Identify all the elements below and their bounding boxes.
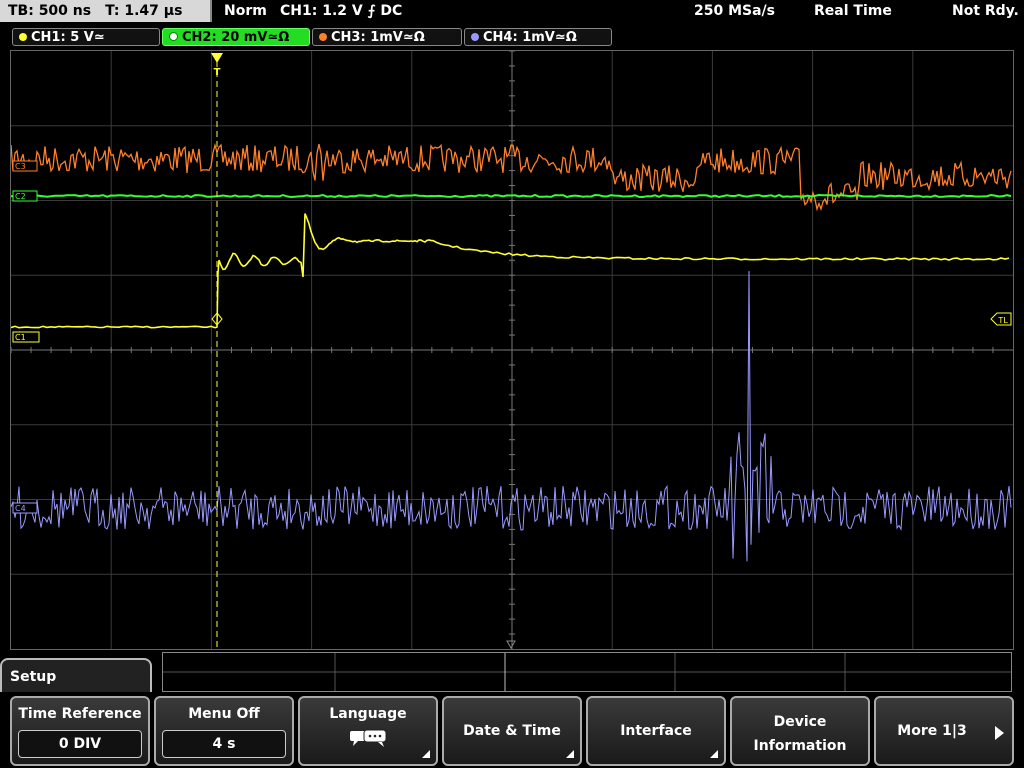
ch4-waveform	[11, 270, 1012, 562]
time-reference-button[interactable]: Time Reference 0 DIV	[10, 696, 150, 766]
channel-tab-ch2[interactable]: CH2: 20 mV≃Ω	[162, 28, 310, 46]
ch2-waveform	[11, 193, 1012, 199]
device-info-label-1: Device	[773, 714, 827, 730]
ch4-marker-label: C4	[15, 504, 26, 513]
date-time-label: Date & Time	[463, 723, 561, 739]
trigger-mode[interactable]: Norm	[224, 0, 267, 22]
time-reference-label: Time Reference	[18, 706, 142, 722]
next-page-arrow-icon	[995, 726, 1004, 740]
channel-tab-ch4[interactable]: CH4: 1mV≃Ω	[464, 28, 612, 46]
ch3-offset-marker[interactable]: C3	[12, 160, 38, 172]
waveform-display[interactable]: T TL C1 C3 C2 C4	[10, 50, 1014, 650]
ch1-label: CH1: 5 V≃	[31, 30, 105, 45]
status-bar: TB: 500 ns T: 1.47 µs Norm CH1: 1.2 V ⨍ D…	[0, 0, 1024, 24]
sub-display-area	[162, 652, 1012, 692]
trigger-pos-label: T	[214, 67, 221, 78]
trigger-info[interactable]: CH1: 1.2 V ⨍ DC	[280, 0, 402, 22]
submenu-indicator-icon	[710, 750, 718, 758]
trigger-status: Not Rdy.	[952, 3, 1019, 19]
time-reference-value: 0 DIV	[18, 730, 142, 758]
menu-off-label: Menu Off	[188, 706, 260, 722]
timebase-value: TB: 500 ns	[8, 3, 92, 19]
ch1-marker-label: C1	[15, 333, 26, 342]
graticule	[11, 51, 1013, 649]
waveform-canvas: T TL C1 C3 C2 C4	[11, 51, 1013, 649]
ch1-dot-icon	[19, 33, 27, 41]
horizontal-center-marker	[506, 640, 516, 649]
speech-bubble-icon	[350, 729, 387, 747]
channel-tab-ch3[interactable]: CH3: 1mV≃Ω	[312, 28, 462, 46]
device-information-button[interactable]: Device Information	[730, 696, 870, 766]
submenu-indicator-icon	[422, 750, 430, 758]
timebase-box[interactable]: TB: 500 ns T: 1.47 µs	[0, 0, 212, 22]
menu-title-setup: Setup	[0, 658, 152, 692]
softkey-bar: Time Reference 0 DIV Menu Off 4 s Langua…	[0, 694, 1024, 768]
interface-label: Interface	[620, 723, 692, 739]
trigger-level-label: TL	[997, 316, 1008, 325]
ch3-dot-icon	[319, 33, 327, 41]
ch3-marker-label: C3	[15, 162, 26, 171]
menu-off-button[interactable]: Menu Off 4 s	[154, 696, 294, 766]
language-button[interactable]: Language	[298, 696, 438, 766]
menu-off-value: 4 s	[162, 730, 286, 758]
ch3-label: CH3: 1mV≃Ω	[331, 30, 425, 45]
ch4-dot-icon	[471, 33, 479, 41]
trigger-level-marker[interactable]: TL	[990, 312, 1012, 326]
date-time-button[interactable]: Date & Time	[442, 696, 582, 766]
acquisition-mode[interactable]: Real Time	[814, 0, 892, 22]
ch4-label: CH4: 1mV≃Ω	[483, 30, 577, 45]
channel-tabs: CH1: 5 V≃ CH2: 20 mV≃Ω CH3: 1mV≃Ω CH4: 1…	[0, 26, 1024, 48]
channel-tab-ch1[interactable]: CH1: 5 V≃	[12, 28, 160, 46]
submenu-indicator-icon	[566, 750, 574, 758]
more-label: More 1|3	[897, 723, 967, 739]
ch3-waveform	[11, 142, 1012, 212]
ch2-marker-label: C2	[15, 192, 26, 201]
ch2-label: CH2: 20 mV≃Ω	[182, 30, 290, 45]
trigger-time-value: T: 1.47 µs	[105, 3, 183, 19]
ch1-offset-marker[interactable]: C1	[12, 331, 40, 343]
device-info-label-2: Information	[753, 738, 847, 754]
sample-rate: 250 MSa/s	[694, 3, 776, 19]
more-button[interactable]: More 1|3	[874, 696, 1014, 766]
interface-button[interactable]: Interface	[586, 696, 726, 766]
ch4-offset-marker[interactable]: C4	[12, 502, 38, 514]
language-label: Language	[329, 706, 407, 722]
ch2-dot-icon	[169, 32, 178, 41]
ch2-offset-marker[interactable]: C2	[12, 190, 38, 202]
sub-grid-lines	[163, 653, 1011, 691]
